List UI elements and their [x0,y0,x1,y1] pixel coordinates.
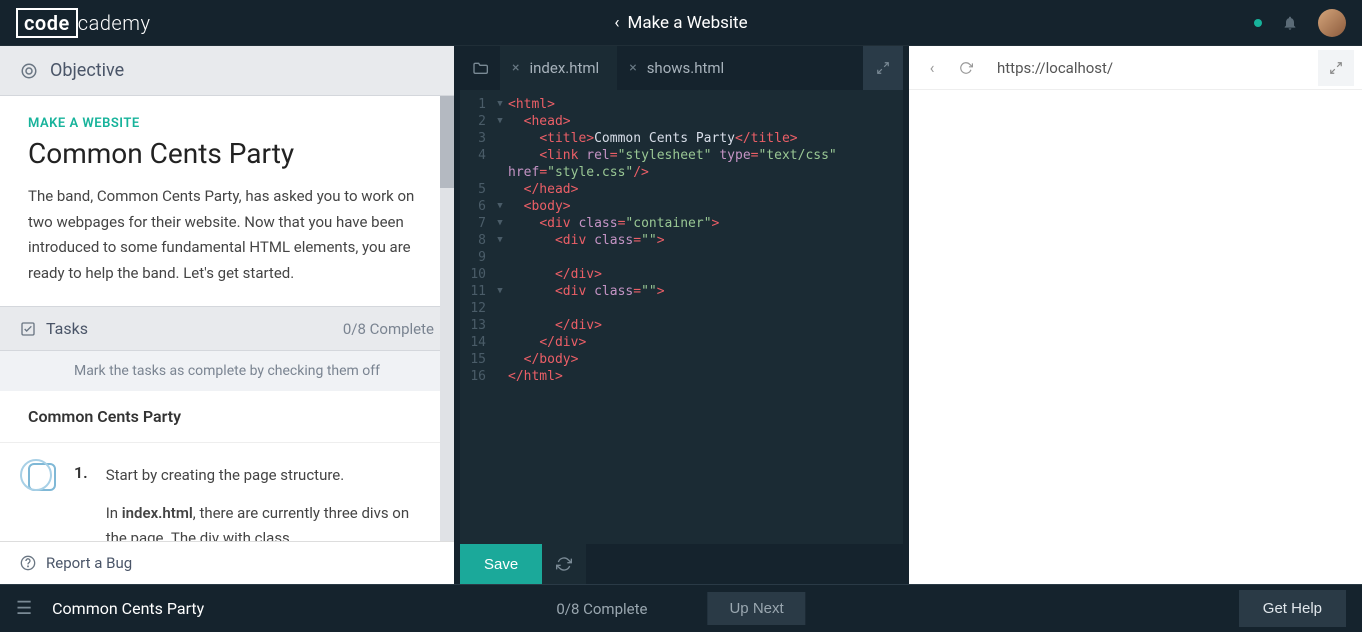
refresh-button[interactable] [542,544,586,584]
objective-header[interactable]: Objective [0,46,454,96]
close-icon[interactable]: × [512,60,519,76]
logo-boxed: code [16,8,78,38]
question-icon [20,555,36,571]
up-next-button[interactable]: Up Next [707,592,805,625]
scrollbar-thumb[interactable] [440,96,454,188]
status-dot-icon [1254,19,1262,27]
code-editor[interactable]: 12345678910111213141516 ▼▼▼▼▼▼ <html> <h… [460,90,903,544]
report-bug-label: Report a Bug [46,554,132,572]
report-bug[interactable]: Report a Bug [0,541,454,584]
browser-expand[interactable] [1318,50,1354,86]
tasks-label: Tasks [46,319,88,338]
lesson-description: The band, Common Cents Party, has asked … [0,170,454,306]
task-number: 1. [74,463,88,541]
tab-index-html[interactable]: × index.html [500,46,617,90]
bottom-bar: ☰ Common Cents Party 0/8 Complete Up Nex… [0,584,1362,632]
footer-center: 0/8 Complete Up Next [556,592,805,625]
get-help-button[interactable]: Get Help [1239,590,1346,627]
tasks-count: 0/8 Complete [343,320,434,338]
top-nav: codecademy ‹ Make a Website [0,0,1362,46]
file-tree-icon[interactable] [460,46,500,90]
page-title: Common Cents Party [28,137,426,170]
lesson-title-text: Make a Website [628,13,748,33]
browser-viewport[interactable] [909,90,1362,584]
browser-panel: ‹ https://localhost/ [909,46,1362,584]
save-button[interactable]: Save [460,544,542,584]
logo-rest: cademy [78,11,151,35]
expand-icon [1329,61,1343,75]
task-body: Start by creating the page structure. In… [106,463,426,541]
url-bar[interactable]: https://localhost/ [985,59,1314,77]
line-numbers: 12345678910111213141516 [460,96,492,544]
footer-progress: 0/8 Complete [556,600,647,618]
browser-back[interactable]: ‹ [917,53,947,83]
lesson-title-nav[interactable]: ‹ Make a Website [614,13,747,33]
code-content[interactable]: <html> <head> <title>Common Cents Party<… [508,96,903,544]
task-item: 1. Start by creating the page structure.… [0,443,454,541]
main-area: Objective MAKE A WEBSITE Common Cents Pa… [0,46,1362,584]
tab-label: index.html [529,59,599,77]
task-line2: In index.html, there are currently three… [106,501,426,542]
bell-icon[interactable] [1282,15,1298,31]
scrollbar-track[interactable] [440,96,454,541]
instructions-panel: Objective MAKE A WEBSITE Common Cents Pa… [0,46,454,584]
course-name: MAKE A WEBSITE [28,116,426,131]
tasks-header[interactable]: Tasks 0/8 Complete [0,306,454,351]
editor-footer: Save [460,544,903,584]
target-icon [20,62,38,80]
avatar[interactable] [1318,9,1346,37]
menu-icon[interactable]: ☰ [16,598,32,619]
chevron-left-icon: ‹ [614,13,619,33]
refresh-icon [556,556,572,572]
task-checkbox[interactable] [28,463,56,491]
footer-title: Common Cents Party [52,599,204,618]
fold-gutter: ▼▼▼▼▼▼ [492,96,508,544]
close-icon[interactable]: × [629,60,636,76]
objective-label: Objective [50,60,124,81]
tab-label: shows.html [647,59,725,77]
lesson-meta: MAKE A WEBSITE Common Cents Party [0,96,454,170]
nav-right [1254,9,1346,37]
editor-tabs: × index.html × shows.html [460,46,903,90]
expand-icon[interactable] [863,46,903,90]
task-line1: Start by creating the page structure. [106,463,426,489]
content-scroll[interactable]: MAKE A WEBSITE Common Cents Party The ba… [0,96,454,541]
browser-bar: ‹ https://localhost/ [909,46,1362,90]
checkbox-icon [20,321,36,337]
browser-reload[interactable] [951,53,981,83]
editor-panel: × index.html × shows.html 12345678910111… [460,46,903,584]
reload-icon [959,61,973,75]
tab-shows-html[interactable]: × shows.html [617,46,742,90]
logo[interactable]: codecademy [16,11,151,35]
tasks-hint: Mark the tasks as complete by checking t… [0,351,454,391]
section-title: Common Cents Party [0,391,454,443]
